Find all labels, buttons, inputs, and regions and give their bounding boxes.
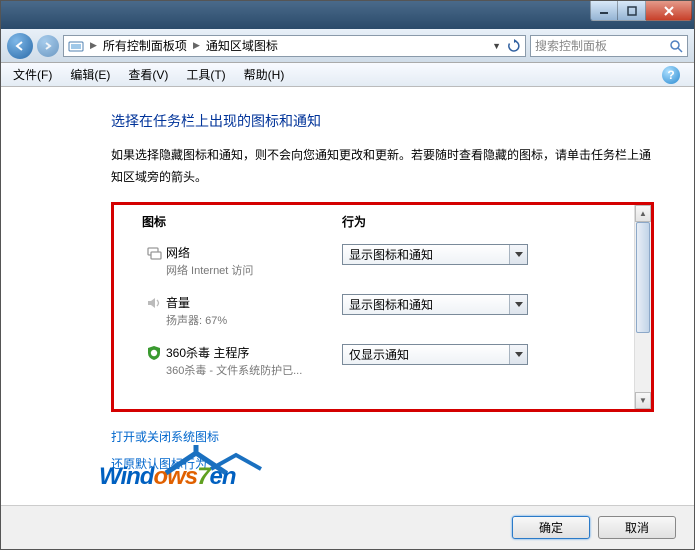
column-behavior: 行为 — [342, 213, 366, 230]
refresh-icon[interactable] — [507, 39, 521, 53]
behavior-select[interactable]: 仅显示通知 — [342, 344, 528, 365]
search-placeholder: 搜索控制面板 — [535, 37, 607, 54]
address-bar[interactable]: ▶ 所有控制面板项 ▶ 通知区域图标 ▼ — [63, 35, 526, 57]
menu-edit[interactable]: 编辑(E) — [62, 64, 118, 85]
maximize-button[interactable] — [618, 1, 646, 21]
scroll-up-icon[interactable]: ▲ — [635, 205, 651, 222]
link-system-icons[interactable]: 打开或关闭系统图标 — [111, 428, 654, 445]
control-panel-window: ▶ 所有控制面板项 ▶ 通知区域图标 ▼ 搜索控制面板 文件(F) 编辑(E) … — [0, 0, 695, 550]
chevron-down-icon — [509, 345, 527, 364]
navigation-bar: ▶ 所有控制面板项 ▶ 通知区域图标 ▼ 搜索控制面板 — [1, 29, 694, 63]
titlebar[interactable] — [1, 1, 694, 29]
item-title: 网络 — [166, 244, 342, 261]
separator-icon: ▶ — [193, 40, 200, 51]
forward-button[interactable] — [37, 35, 59, 57]
item-subtitle: 扬声器: 67% — [166, 312, 342, 328]
breadcrumb-seg2[interactable]: 通知区域图标 — [206, 37, 278, 54]
menu-help[interactable]: 帮助(H) — [236, 64, 293, 85]
scrollbar-thumb[interactable] — [636, 222, 650, 333]
network-icon — [142, 244, 166, 261]
ok-button[interactable]: 确定 — [512, 516, 590, 539]
content-area: 选择在任务栏上出现的图标和通知 如果选择隐藏图标和通知，则不会向您通知更改和更新… — [1, 93, 694, 503]
column-icon: 图标 — [142, 213, 342, 230]
watermark-logo: Windows7en — [99, 463, 236, 491]
footer: 确定 取消 — [1, 505, 694, 549]
back-button[interactable] — [7, 33, 33, 59]
minimize-button[interactable] — [590, 1, 618, 21]
behavior-select[interactable]: 显示图标和通知 — [342, 244, 528, 265]
list-item: 网络 网络 Internet 访问 显示图标和通知 — [142, 244, 633, 278]
breadcrumb-seg1[interactable]: 所有控制面板项 — [103, 37, 187, 54]
chevron-down-icon — [509, 295, 527, 314]
shield-icon — [142, 344, 166, 361]
chevron-down-icon — [509, 245, 527, 264]
scroll-down-icon[interactable]: ▼ — [635, 392, 651, 409]
search-icon — [669, 39, 683, 53]
volume-icon — [142, 294, 166, 311]
search-input[interactable]: 搜索控制面板 — [530, 35, 688, 57]
list-item: 360杀毒 主程序 360杀毒 - 文件系统防护已... 仅显示通知 — [142, 344, 633, 378]
item-subtitle: 360杀毒 - 文件系统防护已... — [166, 362, 342, 378]
separator-icon: ▶ — [90, 40, 97, 51]
menu-tools[interactable]: 工具(T) — [178, 64, 233, 85]
scrollbar[interactable]: ▲ ▼ — [634, 205, 651, 409]
control-panel-icon — [68, 40, 84, 52]
item-title: 音量 — [166, 294, 342, 311]
roof-icon — [161, 445, 271, 477]
item-subtitle: 网络 Internet 访问 — [166, 262, 342, 278]
menu-view[interactable]: 查看(V) — [120, 64, 176, 85]
cancel-button[interactable]: 取消 — [598, 516, 676, 539]
help-icon[interactable]: ? — [662, 66, 680, 84]
page-description: 如果选择隐藏图标和通知，则不会向您通知更改和更新。若要随时查看隐藏的图标，请单击… — [111, 145, 654, 188]
list-item: 音量 扬声器: 67% 显示图标和通知 — [142, 294, 633, 328]
item-title: 360杀毒 主程序 — [166, 344, 342, 361]
menu-bar: 文件(F) 编辑(E) 查看(V) 工具(T) 帮助(H) ? — [1, 63, 694, 87]
page-title: 选择在任务栏上出现的图标和通知 — [111, 111, 654, 131]
close-button[interactable] — [646, 1, 692, 21]
menu-file[interactable]: 文件(F) — [5, 64, 60, 85]
icon-list-panel: 图标 行为 网络 网络 Internet 访问 显示图标和通知 — [111, 202, 654, 412]
chevron-down-icon[interactable]: ▼ — [492, 41, 501, 51]
behavior-select[interactable]: 显示图标和通知 — [342, 294, 528, 315]
